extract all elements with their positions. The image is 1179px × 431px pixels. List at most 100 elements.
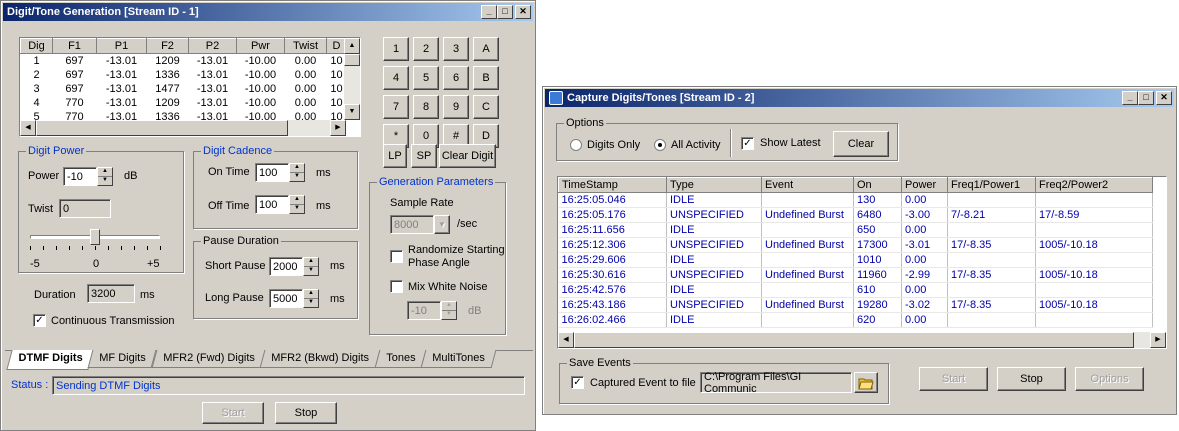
on-time-spinner[interactable]: ▲ ▼ bbox=[289, 163, 305, 182]
scroll-thumb[interactable] bbox=[344, 54, 360, 66]
scroll-down-arrow[interactable]: ▼ bbox=[344, 104, 360, 120]
start-button[interactable]: Start bbox=[919, 367, 988, 391]
slider-thumb[interactable] bbox=[90, 229, 100, 245]
column-header[interactable]: TimeStamp bbox=[558, 177, 667, 193]
column-header[interactable]: Twist bbox=[284, 38, 327, 54]
column-header[interactable]: Pwr bbox=[236, 38, 285, 54]
lp-button[interactable]: LP bbox=[383, 144, 407, 168]
table-row[interactable]: 16:26:02.466 IDLE 620 0.00 bbox=[558, 312, 1153, 328]
short-pause-spinner[interactable]: ▲ ▼ bbox=[303, 257, 319, 276]
table-horizontal-scrollbar[interactable]: ◀ ▶ bbox=[558, 332, 1166, 348]
column-header[interactable]: P2 bbox=[188, 38, 237, 54]
keypad-key[interactable]: 1 bbox=[383, 37, 409, 61]
start-button[interactable]: Start bbox=[202, 402, 264, 424]
options-button[interactable]: Options bbox=[1075, 367, 1144, 391]
table-vertical-scrollbar[interactable]: ▲ ▼ bbox=[344, 38, 360, 120]
scroll-thumb[interactable] bbox=[574, 332, 1134, 348]
noise-level-field[interactable]: -10 bbox=[407, 301, 441, 320]
table-row[interactable]: 2 697 -13.01 1336 -13.01 -10.00 0.00 10 bbox=[21, 68, 347, 82]
title-bar[interactable]: Digit/Tone Generation [Stream ID - 1] _ … bbox=[3, 3, 533, 21]
keypad-key[interactable]: 5 bbox=[413, 66, 439, 90]
table-row[interactable]: 16:25:12.306 UNSPECIFIED Undefined Burst 17… bbox=[558, 237, 1153, 253]
keypad-key[interactable]: 7 bbox=[383, 95, 409, 119]
scroll-left-arrow[interactable]: ◀ bbox=[20, 120, 36, 136]
sp-button[interactable]: SP bbox=[411, 144, 437, 168]
tab[interactable]: DTMF Digits bbox=[6, 350, 94, 370]
digit-table[interactable]: Dig F1 P1 F2 P2 Pwr Twist D 1 697 -13.01 1209 -13.0… bbox=[19, 37, 361, 137]
power-field[interactable]: -10 bbox=[63, 167, 97, 186]
tab[interactable]: MFR2 (Fwd) Digits bbox=[151, 350, 266, 368]
sample-rate-dropdown-arrow[interactable]: ▼ bbox=[434, 215, 450, 234]
table-row[interactable]: 3 697 -13.01 1477 -13.01 -10.00 0.00 10 bbox=[21, 82, 347, 96]
table-row[interactable]: 1 697 -13.01 1209 -13.01 -10.00 0.00 10 bbox=[21, 54, 347, 69]
tab[interactable]: MFR2 (Bkwd) Digits bbox=[259, 350, 381, 368]
on-time-field[interactable]: 100 bbox=[255, 163, 289, 182]
power-spinner[interactable]: ▲ ▼ bbox=[97, 167, 113, 186]
column-header[interactable]: F1 bbox=[52, 38, 97, 54]
column-header[interactable]: Freq2/Power2 bbox=[1035, 177, 1153, 193]
table-row[interactable]: 16:25:42.576 IDLE 610 0.00 bbox=[558, 282, 1153, 298]
short-pause-field[interactable]: 2000 bbox=[269, 257, 303, 276]
scroll-thumb[interactable] bbox=[36, 120, 288, 136]
twist-slider[interactable] bbox=[28, 229, 164, 251]
table-row[interactable]: 4 770 -13.01 1209 -13.01 -10.00 0.00 10 bbox=[21, 96, 347, 110]
column-header[interactable]: Freq1/Power1 bbox=[947, 177, 1036, 193]
column-header[interactable]: Type bbox=[666, 177, 762, 193]
tab[interactable]: Tones bbox=[374, 350, 427, 368]
table-row[interactable]: 16:25:30.616 UNSPECIFIED Undefined Burst 11… bbox=[558, 267, 1153, 283]
column-header[interactable]: Power bbox=[901, 177, 948, 193]
all-activity-radio[interactable] bbox=[654, 139, 666, 151]
clear-digit-button[interactable]: Clear Digit bbox=[439, 144, 496, 168]
off-time-spinner[interactable]: ▲ ▼ bbox=[289, 195, 305, 214]
table-horizontal-scrollbar[interactable]: ◀ ▶ bbox=[20, 120, 346, 136]
title-bar[interactable]: Capture Digits/Tones [Stream ID - 2] _ □… bbox=[545, 89, 1174, 107]
capture-table[interactable]: TimeStamp Type Event On Power Freq1/Power1 Fre… bbox=[557, 176, 1167, 349]
table-row[interactable]: 16:25:43.186 UNSPECIFIED Undefined Burst 19… bbox=[558, 297, 1153, 313]
column-header[interactable]: P1 bbox=[96, 38, 147, 54]
keypad-key[interactable]: 4 bbox=[383, 66, 409, 90]
maximize-button[interactable]: □ bbox=[1138, 91, 1154, 105]
column-header[interactable]: F2 bbox=[146, 38, 189, 54]
column-header[interactable]: Event bbox=[761, 177, 854, 193]
file-path-field[interactable]: C:\Program Files\GI Communic bbox=[700, 371, 852, 395]
minimize-button[interactable]: _ bbox=[1122, 91, 1138, 105]
column-header[interactable]: On bbox=[853, 177, 902, 193]
tab[interactable]: MF Digits bbox=[87, 350, 158, 368]
continuous-transmission-checkbox[interactable]: ✓ bbox=[33, 314, 46, 327]
table-row[interactable]: 16:25:05.046 IDLE 130 0.00 bbox=[558, 192, 1153, 208]
keypad-key[interactable]: B bbox=[473, 66, 499, 90]
close-button[interactable]: ✕ bbox=[1156, 91, 1172, 105]
off-time-field[interactable]: 100 bbox=[255, 195, 289, 214]
close-button[interactable]: ✕ bbox=[515, 5, 531, 19]
digits-only-radio[interactable] bbox=[570, 139, 582, 151]
maximize-button[interactable]: □ bbox=[497, 5, 513, 19]
randomize-phase-checkbox[interactable] bbox=[390, 250, 403, 263]
tab[interactable]: MultiTones bbox=[421, 350, 497, 368]
table-row[interactable]: 16:25:29.606 IDLE 1010 0.00 bbox=[558, 252, 1153, 268]
show-latest-checkbox[interactable]: ✓ bbox=[741, 137, 754, 150]
minimize-button[interactable]: _ bbox=[481, 5, 497, 19]
keypad-key[interactable]: C bbox=[473, 95, 499, 119]
captured-event-to-file-checkbox[interactable]: ✓ bbox=[571, 376, 584, 389]
keypad-key[interactable]: 3 bbox=[443, 37, 469, 61]
keypad-key[interactable]: 6 bbox=[443, 66, 469, 90]
keypad-key[interactable]: 9 bbox=[443, 95, 469, 119]
keypad-key[interactable]: 8 bbox=[413, 95, 439, 119]
table-row[interactable]: 16:25:11.656 IDLE 650 0.00 bbox=[558, 222, 1153, 238]
stop-button[interactable]: Stop bbox=[997, 367, 1066, 391]
table-row[interactable]: 16:25:05.176 UNSPECIFIED Undefined Burst 64… bbox=[558, 207, 1153, 223]
scroll-right-arrow[interactable]: ▶ bbox=[1150, 332, 1166, 348]
sample-rate-select[interactable]: 8000 bbox=[390, 215, 434, 234]
mix-white-noise-checkbox[interactable] bbox=[390, 280, 403, 293]
long-pause-spinner[interactable]: ▲ ▼ bbox=[303, 289, 319, 308]
keypad-key[interactable]: A bbox=[473, 37, 499, 61]
clear-button[interactable]: Clear bbox=[833, 131, 889, 157]
browse-folder-button[interactable] bbox=[854, 372, 878, 393]
keypad-key[interactable]: 2 bbox=[413, 37, 439, 61]
scroll-right-arrow[interactable]: ▶ bbox=[330, 120, 346, 136]
stop-button[interactable]: Stop bbox=[275, 402, 337, 424]
scroll-left-arrow[interactable]: ◀ bbox=[558, 332, 574, 348]
column-header[interactable]: Dig bbox=[20, 38, 53, 54]
noise-level-spinner[interactable]: ▲ ▼ bbox=[441, 301, 457, 320]
scroll-up-arrow[interactable]: ▲ bbox=[344, 38, 360, 54]
